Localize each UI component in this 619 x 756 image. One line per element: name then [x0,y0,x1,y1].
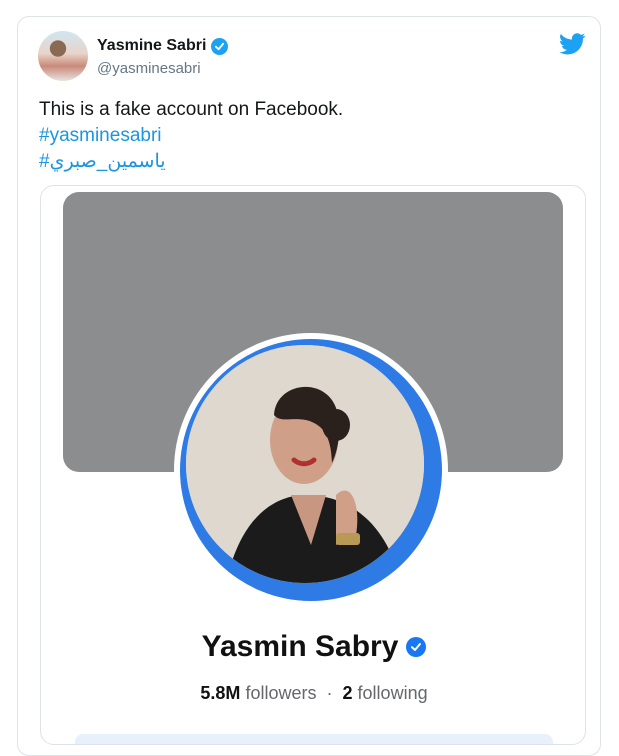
author-name[interactable]: Yasmine Sabri [97,37,206,55]
portrait-illustration [186,345,424,583]
profile-picture-frame [174,333,448,607]
author-name-row[interactable]: Yasmine Sabri [97,37,229,55]
profile-action-bar [75,734,553,744]
following-count: 2 [342,683,353,703]
twitter-bird-icon[interactable] [559,33,586,55]
stats-separator: · [326,683,333,703]
followers-count: 5.8M [200,683,241,703]
hashtag-link[interactable]: #yasminesabri [39,123,343,149]
profile-name-row: Yasmin Sabry [41,630,585,664]
attached-image[interactable]: Yasmin Sabry 5.8M followers · 2 followin… [40,185,586,745]
author-handle[interactable]: @yasminesabri [97,60,201,77]
hashtag-link-arabic[interactable]: #ياسمين_صبري [39,149,343,175]
profile-name: Yasmin Sabry [201,630,399,663]
tweet-text: This is a fake account on Facebook. [39,99,344,120]
profile-picture [186,345,424,583]
following-label: following [357,683,428,703]
verified-badge-icon [211,37,229,55]
tweet-card: Yasmine Sabri @yasminesabri This is a fa… [17,16,601,756]
author-avatar[interactable] [38,31,88,81]
verified-badge-icon [406,637,427,657]
profile-stats: 5.8M followers · 2 following [41,683,585,704]
followers-label: followers [245,683,317,703]
tweet-body: This is a fake account on Facebook. #yas… [39,97,343,175]
